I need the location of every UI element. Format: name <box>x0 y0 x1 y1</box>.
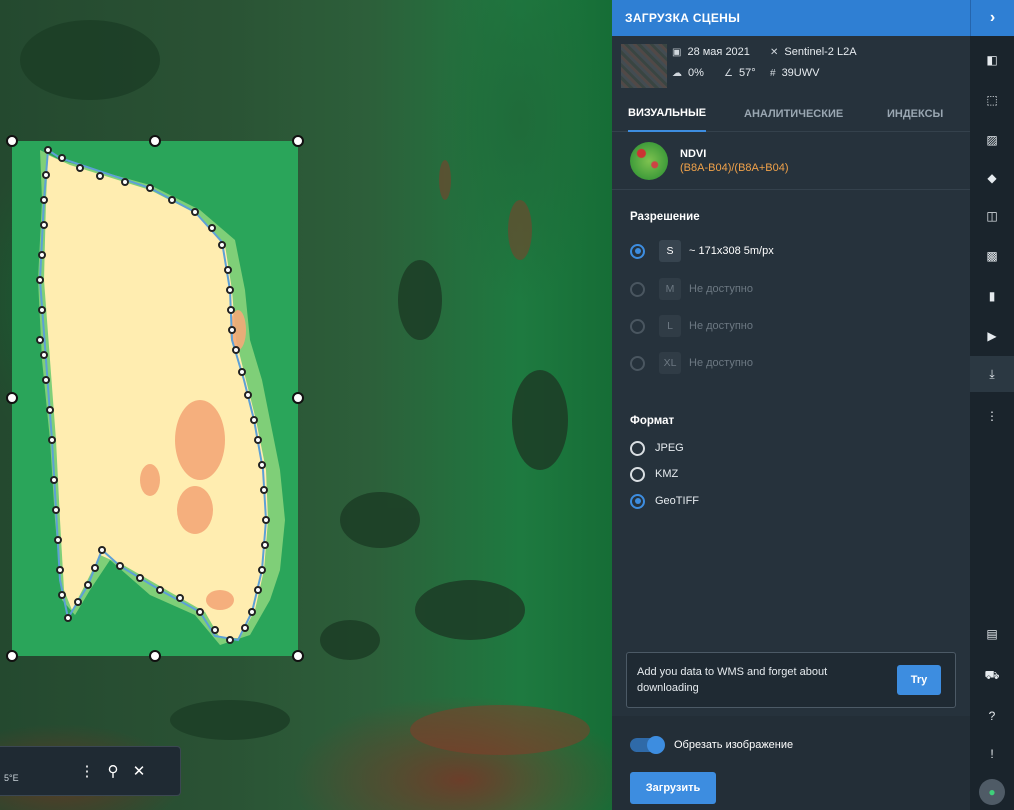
radio-icon[interactable] <box>630 440 645 456</box>
cloud-icon: ☁ <box>672 67 682 79</box>
tab-analytic[interactable]: АНАЛИТИЧЕСКИЕ <box>744 96 843 132</box>
image-icon[interactable]: ▨ <box>970 122 1014 158</box>
radio-icon[interactable] <box>630 493 645 509</box>
toggle-switch[interactable] <box>630 736 665 754</box>
account-icon[interactable]: ● <box>970 774 1014 810</box>
format-title: Формат <box>630 415 675 427</box>
split-view-icon[interactable]: ◫ <box>970 198 1014 234</box>
collapse-panel-button[interactable]: › <box>970 0 1014 36</box>
radio-icon[interactable] <box>630 355 645 371</box>
radio-icon[interactable] <box>630 243 645 259</box>
format-option-kmz[interactable]: KMZ <box>630 464 678 484</box>
resolution-option-xl[interactable]: XL Не доступно <box>630 352 753 374</box>
scene-info: ▣ 28 мая 2021 ✕ Sentinel-2 L2A ☁ 0% ∠ 57… <box>612 36 970 96</box>
scene-thumbnail[interactable] <box>621 44 667 88</box>
cart-icon[interactable]: ⛟ <box>970 658 1014 694</box>
crop-label: Обрезать изображение <box>674 739 794 751</box>
scene-tile: # 39UWV <box>770 67 820 79</box>
selected-layer[interactable]: NDVI (B8A-B04)/(B8A+B04) <box>612 132 970 190</box>
format-option-geotiff[interactable]: GeoTIFF <box>630 491 699 511</box>
map-layer <box>6 20 590 755</box>
resolution-option-m[interactable]: M Не доступно <box>630 278 753 300</box>
tab-indices[interactable]: ИНДЕКСЫ <box>887 96 943 132</box>
map-canvas[interactable]: 5°E ⋮ ⚲ ✕ <box>0 0 612 810</box>
wms-promo: Add you data to WMS and forget about dow… <box>626 652 956 708</box>
scene-angle: ∠ 57° <box>724 67 756 79</box>
download-button[interactable]: Загрузить <box>630 772 716 804</box>
download-icon[interactable]: ⤓ <box>970 356 1014 392</box>
close-icon[interactable]: ✕ <box>126 762 152 780</box>
right-toolbar: ◧ ⬚ ▨ ◆ ◫ ▩ ▮ ▶ ⤓ ⋮ ▤ ⛟ ? ! ● <box>970 36 1014 810</box>
grid-icon: # <box>770 67 776 79</box>
handle-middle-right <box>292 392 304 404</box>
resolution-label: Не доступно <box>689 357 753 369</box>
format-label: GeoTIFF <box>655 495 700 507</box>
resolution-title: Разрешение <box>630 211 700 223</box>
layer-formula: (B8A-B04)/(B8A+B04) <box>680 161 789 174</box>
scene-satellite: ✕ Sentinel-2 L2A <box>770 46 857 58</box>
pin-icon[interactable]: ⚲ <box>100 762 126 780</box>
bar-chart-icon[interactable]: ▮ <box>970 278 1014 314</box>
handle-bottom-right <box>292 650 304 662</box>
chevron-right-icon[interactable]: › <box>970 0 1014 36</box>
help-icon[interactable]: ? <box>970 698 1014 734</box>
handle-bottom-center <box>149 650 161 662</box>
handle-bottom-left <box>6 650 18 662</box>
resolution-label: Не доступно <box>689 283 753 295</box>
radio-icon[interactable] <box>630 281 645 297</box>
size-badge: S <box>659 240 681 262</box>
area-select-icon[interactable]: ⬚ <box>970 82 1014 118</box>
size-badge: M <box>659 278 681 300</box>
handle-middle-left <box>6 392 18 404</box>
crop-toggle[interactable]: Обрезать изображение <box>630 736 794 754</box>
format-option-jpeg[interactable]: JPEG <box>630 438 684 458</box>
resolution-label: ~ 171x308 5m/px <box>689 245 774 257</box>
comment-icon[interactable]: ▤ <box>970 616 1014 652</box>
scene-date: ▣ 28 мая 2021 <box>672 46 750 58</box>
calendar-icon: ▣ <box>672 46 682 58</box>
more-vertical-icon[interactable]: ⋮ <box>74 762 100 780</box>
feedback-icon[interactable]: ! <box>970 736 1014 772</box>
image-off-icon[interactable]: ▩ <box>970 238 1014 274</box>
resolution-label: Не доступно <box>689 320 753 332</box>
resolution-option-l[interactable]: L Не доступно <box>630 315 753 337</box>
wms-text: Add you data to WMS and forget about dow… <box>637 666 828 694</box>
format-label: JPEG <box>655 442 684 454</box>
play-icon[interactable]: ▶ <box>970 318 1014 354</box>
compare-icon[interactable]: ◧ <box>970 42 1014 78</box>
layers-icon[interactable]: ◆ <box>970 160 1014 196</box>
panel-footer: Обрезать изображение Загрузить <box>612 716 970 810</box>
radio-icon[interactable] <box>630 318 645 334</box>
layer-name: NDVI <box>680 147 707 160</box>
size-badge: L <box>659 315 681 337</box>
coordinate-bar: 5°E ⋮ ⚲ ✕ <box>0 746 181 796</box>
scene-download-panel: ЗАГРУЗКА СЦЕНЫ ▣ 28 мая 2021 ✕ Sentinel-… <box>612 0 970 810</box>
panel-title: ЗАГРУЗКА СЦЕНЫ <box>625 11 741 25</box>
radio-icon[interactable] <box>630 466 645 482</box>
tab-visual[interactable]: ВИЗУАЛЬНЫЕ <box>628 96 707 132</box>
try-button[interactable]: Try <box>897 665 941 695</box>
handle-top-left <box>6 135 18 147</box>
resolution-option-s[interactable]: S ~ 171x308 5m/px <box>630 240 774 262</box>
panel-header: ЗАГРУЗКА СЦЕНЫ <box>612 0 970 36</box>
coordinate-readout: 5°E <box>4 773 19 783</box>
satellite-icon: ✕ <box>770 46 779 58</box>
format-label: KMZ <box>655 468 679 480</box>
angle-icon: ∠ <box>724 67 733 79</box>
size-badge: XL <box>659 352 681 374</box>
handle-top-center <box>149 135 161 147</box>
layer-thumbnail <box>630 141 668 180</box>
scene-cloud: ☁ 0% <box>672 67 704 79</box>
handle-top-right <box>292 135 304 147</box>
more-vertical-icon[interactable]: ⋮ <box>970 398 1014 434</box>
tabs: ВИЗУАЛЬНЫЕ АНАЛИТИЧЕСКИЕ ИНДЕКСЫ <box>612 96 970 132</box>
user-avatar[interactable]: ● <box>979 779 1005 805</box>
